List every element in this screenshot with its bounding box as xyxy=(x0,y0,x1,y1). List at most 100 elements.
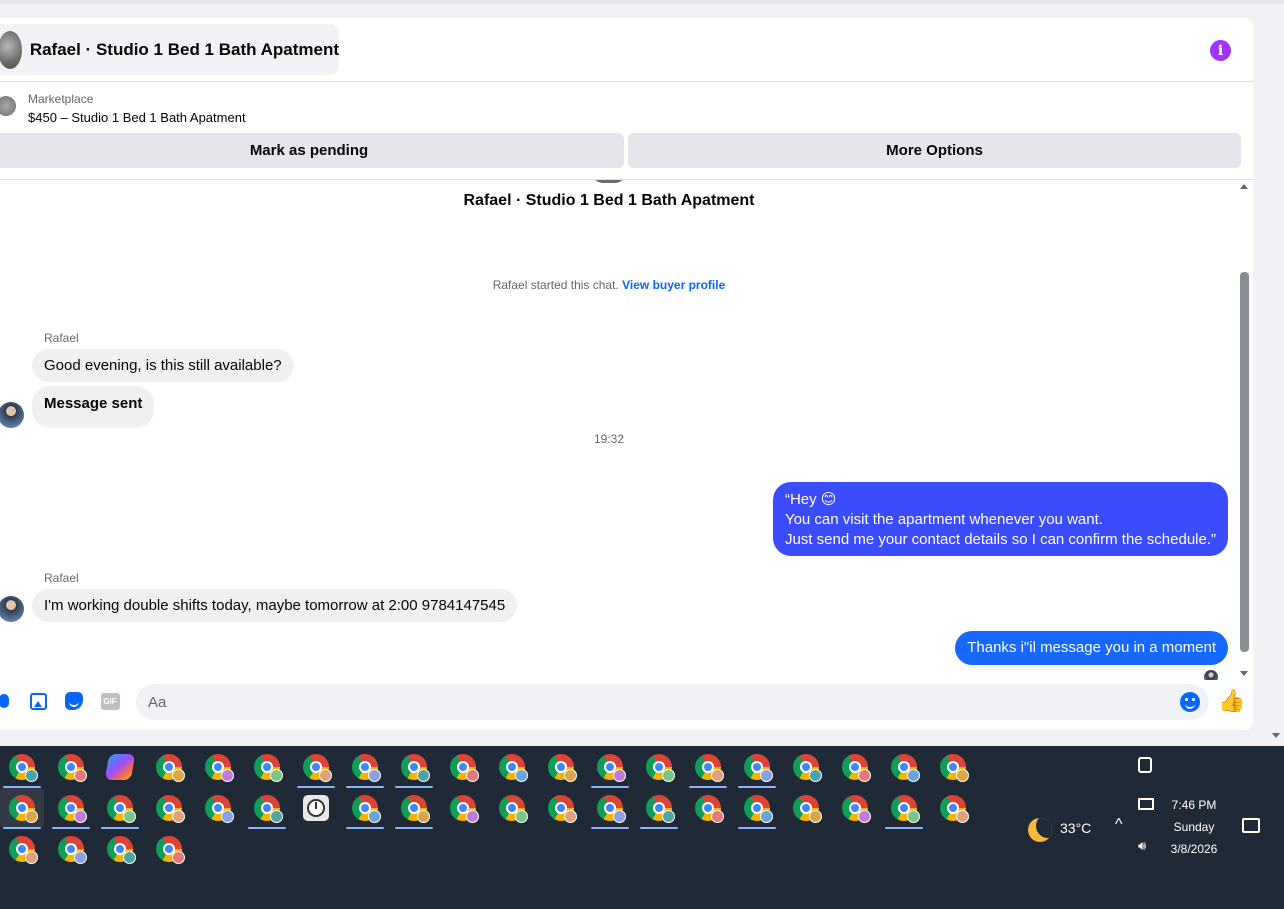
profile-badge-icon xyxy=(74,769,87,782)
clock-app-icon[interactable] xyxy=(303,795,329,821)
chrome-profile-icon[interactable] xyxy=(9,836,38,864)
volume-icon[interactable]: 🔊︎ xyxy=(1138,838,1146,854)
chrome-profile-icon[interactable] xyxy=(58,836,87,864)
message-input-container[interactable] xyxy=(136,684,1209,720)
chrome-profile-icon[interactable] xyxy=(793,795,822,823)
chrome-profile-icon[interactable] xyxy=(254,795,283,823)
incoming-message[interactable]: I'm working double shifts today, maybe t… xyxy=(32,589,518,622)
moon-weather-icon[interactable] xyxy=(1028,818,1052,842)
scroll-thumb[interactable] xyxy=(1240,272,1249,652)
chrome-profile-icon[interactable] xyxy=(401,795,430,823)
profile-badge-icon xyxy=(564,769,577,782)
mic-icon[interactable] xyxy=(0,691,14,711)
message-list[interactable]: Rafael · Studio 1 Bed 1 Bath Apatment Ra… xyxy=(0,180,1238,680)
message-scrollbar[interactable] xyxy=(1238,180,1252,682)
running-app-indicator xyxy=(640,827,678,829)
chrome-profile-icon[interactable] xyxy=(450,795,479,823)
chrome-profile-icon[interactable] xyxy=(205,795,234,823)
chrome-profile-icon[interactable] xyxy=(156,795,185,823)
rafael-avatar[interactable] xyxy=(0,596,24,622)
profile-badge-icon xyxy=(515,810,528,823)
profile-badge-icon xyxy=(858,810,871,823)
chrome-profile-icon[interactable] xyxy=(597,754,626,782)
clock-day[interactable]: Sunday xyxy=(1158,820,1230,834)
chrome-profile-icon[interactable] xyxy=(156,754,185,782)
profile-badge-icon xyxy=(319,769,332,782)
chrome-profile-icon[interactable] xyxy=(548,754,577,782)
chat-title-button[interactable]: Rafael · Studio 1 Bed 1 Bath Apatment xyxy=(0,24,339,75)
profile-badge-icon xyxy=(417,810,430,823)
sticker-icon[interactable] xyxy=(64,691,84,711)
chrome-profile-icon[interactable] xyxy=(548,795,577,823)
chrome-profile-icon[interactable] xyxy=(401,754,430,782)
chrome-profile-icon[interactable] xyxy=(695,795,724,823)
profile-badge-icon xyxy=(858,769,871,782)
profile-badge-icon xyxy=(417,769,430,782)
profile-badge-icon xyxy=(809,810,822,823)
profile-badge-icon xyxy=(613,769,626,782)
page-scroll-down-icon[interactable] xyxy=(1272,733,1280,738)
chrome-profile-icon[interactable] xyxy=(842,754,871,782)
chrome-profile-icon[interactable] xyxy=(352,795,381,823)
chrome-profile-icon[interactable] xyxy=(58,795,87,823)
scroll-down-arrow-icon[interactable] xyxy=(1240,671,1248,676)
meet-now-icon[interactable] xyxy=(1138,757,1152,773)
chrome-profile-icon[interactable] xyxy=(891,795,920,823)
chrome-profile-icon[interactable] xyxy=(744,795,773,823)
chrome-profile-icon[interactable] xyxy=(793,754,822,782)
chrome-profile-icon[interactable] xyxy=(156,836,185,864)
message-input[interactable] xyxy=(148,693,1148,711)
chrome-profile-icon[interactable] xyxy=(450,754,479,782)
listing-name[interactable]: $450 – Studio 1 Bed 1 Bath Apatment xyxy=(28,110,246,125)
chrome-profile-icon[interactable] xyxy=(9,754,38,782)
mark-as-pending-button[interactable]: Mark as pending xyxy=(0,133,624,168)
emoji-icon[interactable] xyxy=(1180,692,1200,712)
listing-thumbnail[interactable] xyxy=(0,96,16,116)
more-options-button[interactable]: More Options xyxy=(628,133,1241,168)
thumbs-up-icon[interactable]: 👍 xyxy=(1218,688,1245,714)
gif-icon[interactable]: GIF xyxy=(100,691,120,711)
incoming-message[interactable]: Good evening, is this still available? xyxy=(32,349,294,382)
chrome-profile-icon[interactable] xyxy=(646,795,675,823)
profile-badge-icon xyxy=(711,769,724,782)
chrome-profile-icon[interactable] xyxy=(205,754,234,782)
chrome-profile-icon[interactable] xyxy=(303,754,332,782)
time-separator: 19:32 xyxy=(593,432,625,446)
chrome-profile-icon[interactable] xyxy=(107,795,136,823)
running-app-indicator xyxy=(101,827,139,829)
chrome-profile-icon[interactable] xyxy=(891,754,920,782)
chrome-profile-icon[interactable] xyxy=(107,836,136,864)
view-buyer-profile-link[interactable]: View buyer profile xyxy=(622,278,725,292)
chrome-profile-icon[interactable] xyxy=(842,795,871,823)
chrome-profile-icon[interactable] xyxy=(597,795,626,823)
chrome-profile-icon[interactable] xyxy=(940,795,969,823)
scroll-up-arrow-icon[interactable] xyxy=(1240,184,1248,189)
chrome-profile-icon[interactable] xyxy=(254,754,283,782)
chrome-profile-icon[interactable] xyxy=(9,795,38,823)
chrome-profile-icon[interactable] xyxy=(940,754,969,782)
network-icon[interactable] xyxy=(1138,798,1154,810)
notifications-icon[interactable] xyxy=(1242,818,1260,833)
clock-time[interactable]: 7:46 PM xyxy=(1158,798,1230,812)
info-icon[interactable]: i xyxy=(1210,40,1231,61)
outgoing-message[interactable]: “Hey 😊 You can visit the apartment whene… xyxy=(772,482,1228,556)
clock-date[interactable]: 3/8/2026 xyxy=(1158,842,1230,856)
profile-badge-icon xyxy=(172,810,185,823)
profile-badge-icon xyxy=(564,810,577,823)
chrome-profile-icon[interactable] xyxy=(695,754,724,782)
incoming-message[interactable]: Message sent xyxy=(32,386,155,428)
chrome-profile-icon[interactable] xyxy=(744,754,773,782)
running-app-indicator xyxy=(297,786,335,788)
profile-badge-icon xyxy=(25,851,38,864)
outgoing-message[interactable]: Thanks i"il message you in a moment xyxy=(955,631,1228,665)
chrome-profile-icon[interactable] xyxy=(58,754,87,782)
rafael-avatar[interactable] xyxy=(0,402,24,428)
image-icon[interactable] xyxy=(28,691,48,711)
chrome-profile-icon[interactable] xyxy=(499,795,528,823)
weather-temperature[interactable]: 33°C xyxy=(1060,820,1091,836)
chrome-profile-icon[interactable] xyxy=(352,754,381,782)
chevron-up-icon[interactable]: ^ xyxy=(1115,816,1123,834)
copilot-app-icon[interactable] xyxy=(104,754,136,780)
chrome-profile-icon[interactable] xyxy=(646,754,675,782)
chrome-profile-icon[interactable] xyxy=(499,754,528,782)
